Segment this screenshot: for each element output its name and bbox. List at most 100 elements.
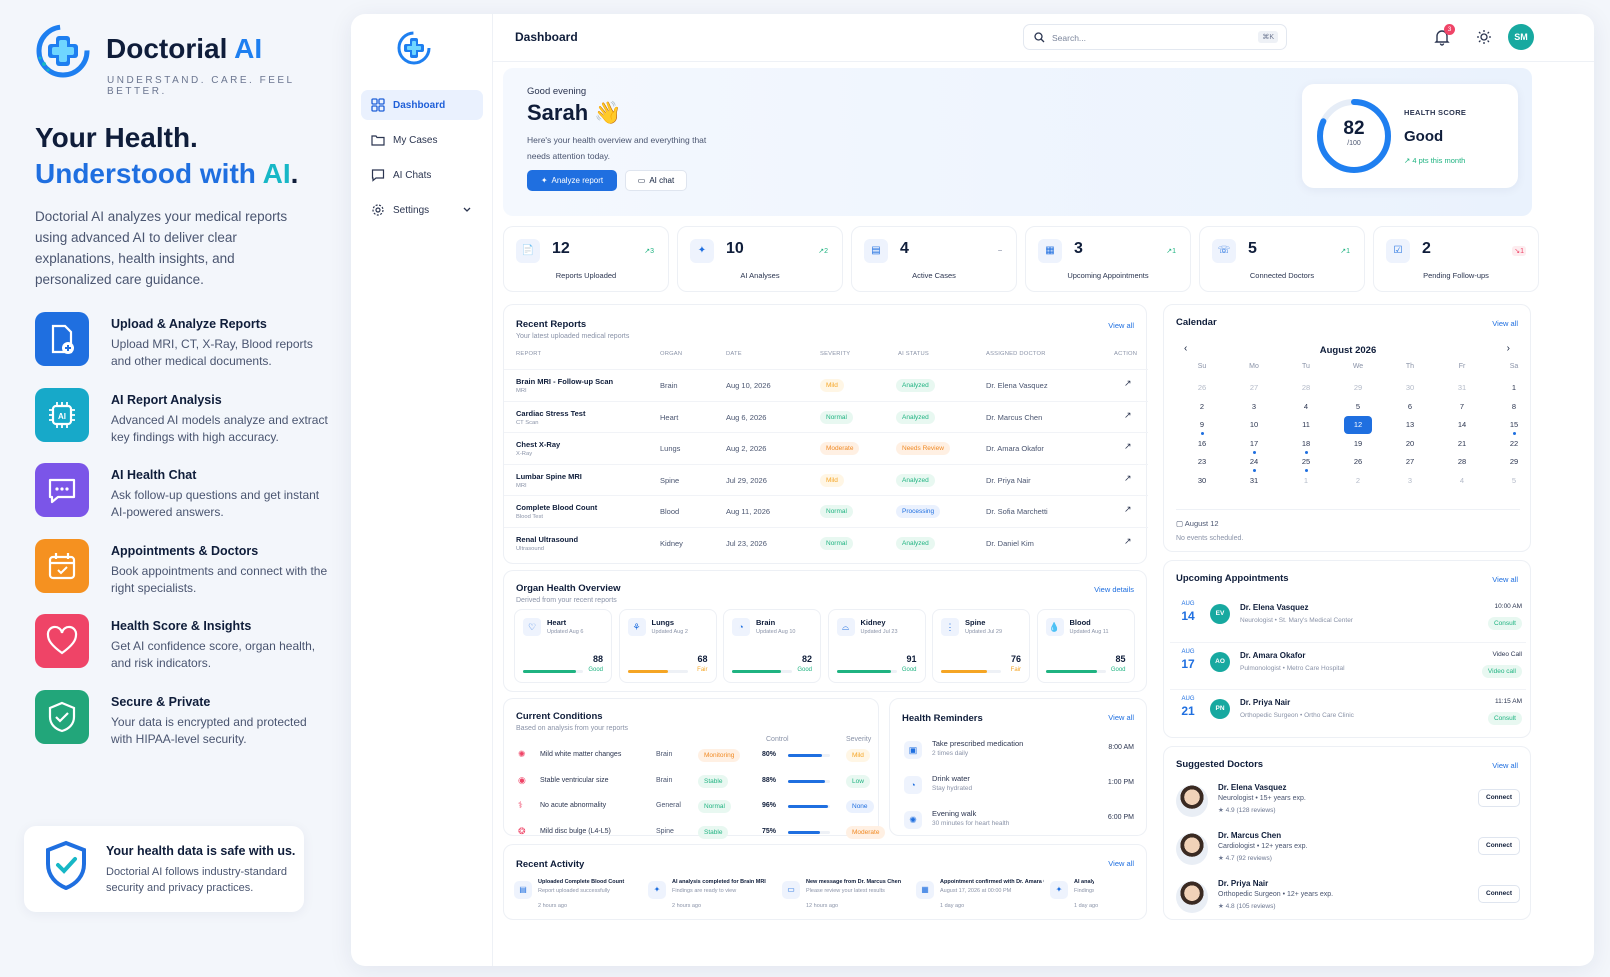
calendar-day[interactable]: 10	[1240, 416, 1268, 434]
open-report-icon[interactable]: ↗	[1124, 410, 1132, 421]
reminders-view-all-link[interactable]: View all	[1108, 713, 1134, 722]
appointment-item[interactable]: AUG 21 PN Dr. Priya Nair Orthopedic Surgeon …	[1170, 689, 1526, 733]
organ-card[interactable]: ⋮ Spine Updated Jul 29 76 Fair	[932, 609, 1030, 683]
calendar-day[interactable]: 31	[1240, 472, 1268, 490]
connect-button[interactable]: Connect	[1478, 789, 1520, 807]
calendar-day[interactable]: 22	[1500, 435, 1528, 453]
open-report-icon[interactable]: ↗	[1124, 473, 1132, 484]
calendar-day[interactable]: 27	[1240, 379, 1268, 397]
calendar-day[interactable]: 2	[1188, 398, 1216, 416]
calendar-day[interactable]: 2	[1344, 472, 1372, 490]
doctors-view-all-link[interactable]: View all	[1492, 761, 1518, 770]
stat-card[interactable]: 📄 12 Reports Uploaded ↗3	[503, 226, 669, 292]
calendar-day[interactable]: 11	[1292, 416, 1320, 434]
calendar-day[interactable]: 7	[1448, 398, 1476, 416]
sidebar-item-my-cases[interactable]: My Cases	[361, 125, 483, 155]
calendar-day[interactable]: 28	[1448, 453, 1476, 471]
calendar-day[interactable]: 3	[1240, 398, 1268, 416]
open-report-icon[interactable]: ↗	[1124, 378, 1132, 389]
calendar-day[interactable]: 29	[1500, 453, 1528, 471]
calendar-day[interactable]: 31	[1448, 379, 1476, 397]
calendar-day[interactable]: 19	[1344, 435, 1372, 453]
calendar-day[interactable]: 8	[1500, 398, 1528, 416]
calendar-day[interactable]: 5	[1500, 472, 1528, 490]
search-input[interactable]: Search... ⌘K	[1023, 24, 1287, 50]
next-month-icon[interactable]: ›	[1507, 343, 1510, 354]
activity-view-all-link[interactable]: View all	[1108, 859, 1134, 868]
stat-card[interactable]: ✦ 10 AI Analyses ↗2	[677, 226, 843, 292]
connect-button[interactable]: Connect	[1478, 885, 1520, 903]
stat-card[interactable]: ▤ 4 Active Cases –	[851, 226, 1017, 292]
calendar-day[interactable]: 4	[1448, 472, 1476, 490]
calendar-day[interactable]: 12	[1344, 416, 1372, 434]
table-row[interactable]: Cardiac Stress Test CT Scan Heart Aug 6, 20…	[504, 400, 1148, 432]
calendar-day[interactable]: 6	[1396, 398, 1424, 416]
calendar-day[interactable]: 4	[1292, 398, 1320, 416]
stat-card[interactable]: ▦ 3 Upcoming Appointments ↗1	[1025, 226, 1191, 292]
organ-card[interactable]: 💧 Blood Updated Aug 11 85 Good	[1036, 609, 1135, 683]
connect-button[interactable]: Connect	[1478, 837, 1520, 855]
sidebar-item-settings[interactable]: Settings	[361, 195, 483, 225]
reminder-icon: ▣	[904, 741, 922, 759]
table-row[interactable]: Chest X-Ray X-Ray Lungs Aug 2, 2026 Moderate…	[504, 432, 1148, 463]
appointment-item[interactable]: AUG 14 EV Dr. Elena Vasquez Neurologist • St…	[1170, 595, 1526, 639]
calendar-day[interactable]: 27	[1396, 453, 1424, 471]
table-row[interactable]: Renal Ultrasound Ultrasound Kidney Jul 23, …	[504, 526, 1148, 558]
organ-card[interactable]: ♡ Heart Updated Aug 6 88 Good	[514, 609, 612, 683]
calendar-day[interactable]: 29	[1344, 379, 1372, 397]
calendar-day[interactable]: 13	[1396, 416, 1424, 434]
appointments-view-all-link[interactable]: View all	[1492, 575, 1518, 584]
open-report-icon[interactable]: ↗	[1124, 504, 1132, 515]
organ-status: Good	[588, 667, 603, 673]
feature-item: Health Score & Insights Get AI confidence…	[35, 614, 335, 674]
conditions-title: Current Conditions	[516, 711, 603, 722]
stat-card[interactable]: ☑ 2 Pending Follow-ups ↘1	[1373, 226, 1539, 292]
calendar-day[interactable]: 23	[1188, 453, 1216, 471]
calendar-day[interactable]: 18	[1292, 435, 1320, 453]
feature-item: AI AI Report Analysis Advanced AI models a…	[35, 387, 335, 448]
conditions-card: Current Conditions Based on analysis fro…	[503, 698, 886, 839]
table-row[interactable]: Complete Blood Count Blood Test Blood Aug 1…	[504, 495, 1148, 526]
appt-type-badge: Consult	[1487, 712, 1522, 725]
calendar-day[interactable]: 26	[1344, 453, 1372, 471]
calendar-day[interactable]: 3	[1396, 472, 1424, 490]
calendar-day[interactable]: 14	[1448, 416, 1476, 434]
calendar-day[interactable]: 17	[1240, 435, 1268, 453]
ai-chat-button[interactable]: ▭ AI chat	[625, 170, 687, 191]
sidebar-item-ai-chats[interactable]: AI Chats	[361, 160, 483, 190]
table-row[interactable]: Lumbar Spine MRI MRI Spine Jul 29, 2026 Mild…	[504, 463, 1148, 495]
reminder-sub: 30 minutes for heart health	[932, 820, 1010, 827]
calendar-day[interactable]: 30	[1188, 472, 1216, 490]
organ-score: 82	[801, 654, 812, 664]
calendar-day[interactable]: 16	[1188, 435, 1216, 453]
stat-card[interactable]: ☏ 5 Connected Doctors ↗1	[1199, 226, 1365, 292]
calendar-day[interactable]: 20	[1396, 435, 1424, 453]
reports-view-all-link[interactable]: View all	[1108, 321, 1134, 330]
calendar-day[interactable]: 5	[1344, 398, 1372, 416]
open-report-icon[interactable]: ↗	[1124, 441, 1132, 452]
sidebar-item-dashboard[interactable]: Dashboard	[361, 90, 483, 120]
prev-month-icon[interactable]: ‹	[1184, 343, 1187, 354]
calendar-day[interactable]: 1	[1292, 472, 1320, 490]
calendar-view-all-link[interactable]: View all	[1492, 319, 1518, 328]
organ-view-details-link[interactable]: View details	[1094, 585, 1134, 594]
calendar-day[interactable]: 26	[1188, 379, 1216, 397]
table-row[interactable]: Brain MRI - Follow-up Scan MRI Brain Aug 10…	[504, 369, 1148, 400]
avatar[interactable]: SM	[1508, 24, 1534, 50]
analyze-report-button[interactable]: ✦ Analyze report	[527, 170, 617, 191]
app-logo-icon[interactable]	[396, 30, 432, 66]
appointment-item[interactable]: AUG 17 AO Dr. Amara Okafor Pulmonologist • M…	[1170, 642, 1526, 686]
open-report-icon[interactable]: ↗	[1124, 536, 1132, 547]
calendar-day[interactable]: 21	[1448, 435, 1476, 453]
organ-name: Spine	[965, 618, 986, 627]
organ-card[interactable]: ◔ Brain Updated Aug 10 82 Good	[723, 609, 821, 683]
sun-icon[interactable]	[1476, 29, 1492, 45]
appt-day: 21	[1181, 704, 1195, 718]
calendar-day[interactable]: 30	[1396, 379, 1424, 397]
table-header: REPORT	[516, 351, 542, 357]
organ-card[interactable]: ⚘ Lungs Updated Aug 2 68 Fair	[618, 609, 717, 683]
organ-card[interactable]: ⌓ Kidney Updated Jul 23 91 Good	[827, 609, 926, 683]
calendar-day[interactable]: 1	[1500, 379, 1528, 397]
recent-activity-card: Recent Activity View all ▤ Uploaded Compl…	[503, 844, 1147, 920]
calendar-day[interactable]: 28	[1292, 379, 1320, 397]
